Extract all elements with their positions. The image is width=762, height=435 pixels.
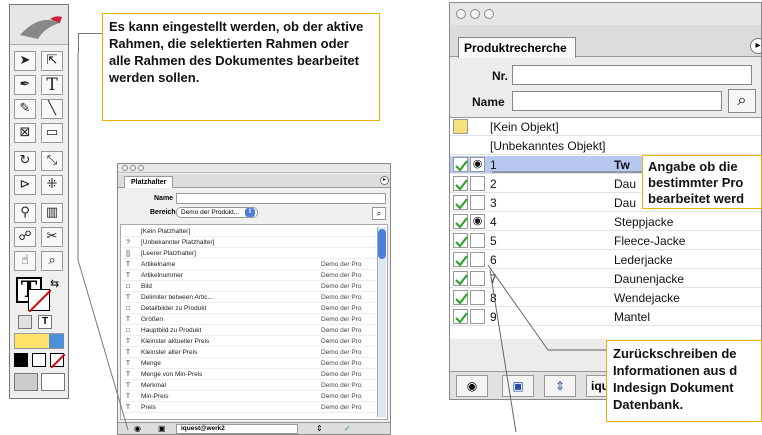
leader-lines [77,53,642,433]
